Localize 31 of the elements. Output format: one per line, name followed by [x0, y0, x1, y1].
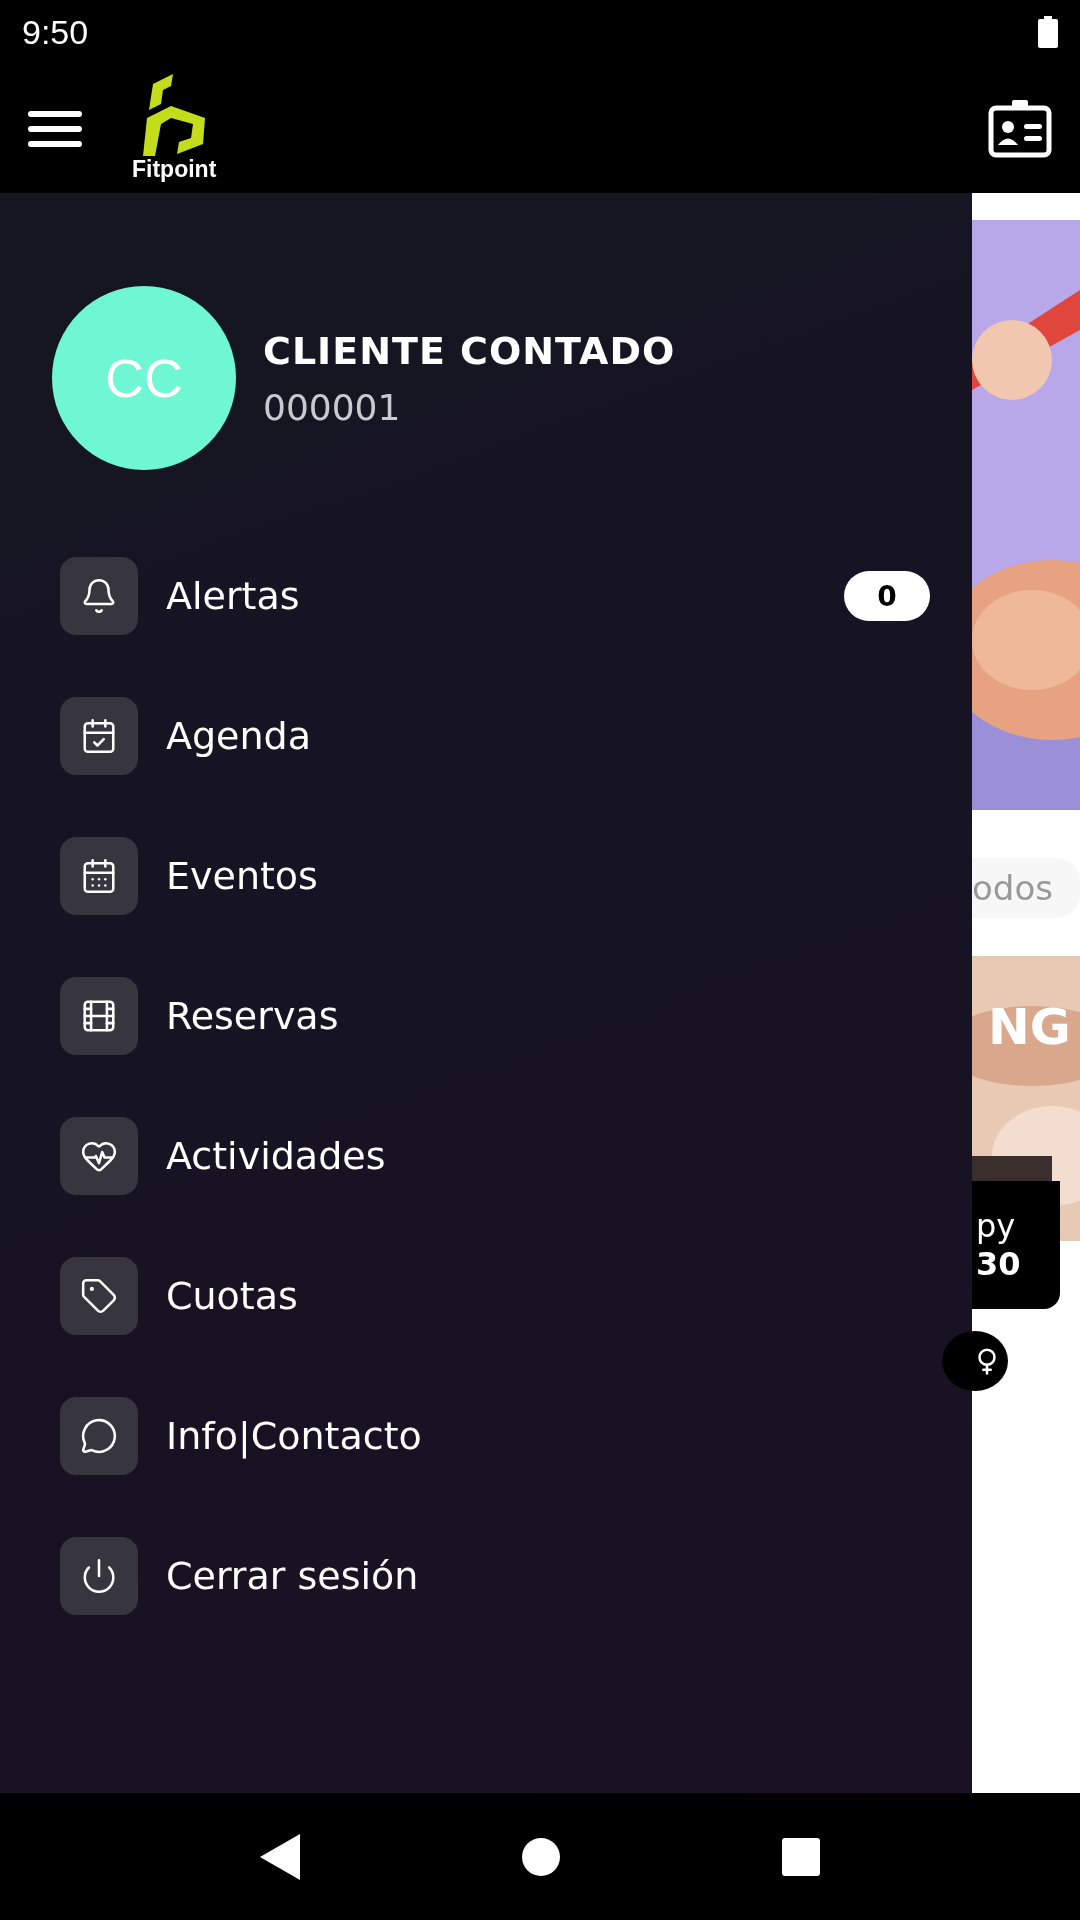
- bell-icon: [60, 557, 138, 635]
- film-icon: [60, 977, 138, 1055]
- menu-item[interactable]: Cuotas: [166, 1274, 930, 1318]
- card-price: 30: [976, 1245, 1022, 1283]
- menu-item[interactable]: Alertas: [166, 574, 844, 618]
- back-icon[interactable]: [260, 1833, 301, 1880]
- recents-icon[interactable]: [781, 1837, 820, 1876]
- menu-item[interactable]: Eventos: [166, 854, 930, 898]
- menu-item[interactable]: Reservas: [166, 994, 930, 1038]
- menu-item[interactable]: Agenda: [166, 714, 930, 758]
- id-card-icon[interactable]: [988, 99, 1052, 158]
- calendar-check-icon: [60, 697, 138, 775]
- menu-icon[interactable]: [28, 108, 82, 149]
- home-icon[interactable]: [521, 1836, 561, 1877]
- card-text: py: [976, 1207, 1017, 1245]
- card-title: NG: [988, 998, 1071, 1056]
- power-icon: [60, 1537, 138, 1615]
- tag-icon: [60, 1257, 138, 1335]
- count-badge: 0: [844, 571, 930, 621]
- menu-item[interactable]: Info|Contacto: [166, 1414, 930, 1458]
- chat-bubble-icon: [60, 1397, 138, 1475]
- calendar-icon: [60, 837, 138, 915]
- user-id: 000001: [263, 386, 402, 428]
- avatar: CC: [52, 286, 236, 470]
- logo-text: Fitpoint: [132, 156, 217, 183]
- menu-item[interactable]: Actividades: [166, 1134, 930, 1178]
- user-name: CLIENTE CONTADO: [263, 328, 676, 373]
- menu-item[interactable]: Cerrar sesión: [166, 1554, 930, 1598]
- logo-icon: [141, 74, 208, 156]
- battery-icon: [1038, 16, 1058, 48]
- status-time: 9:50: [22, 12, 89, 52]
